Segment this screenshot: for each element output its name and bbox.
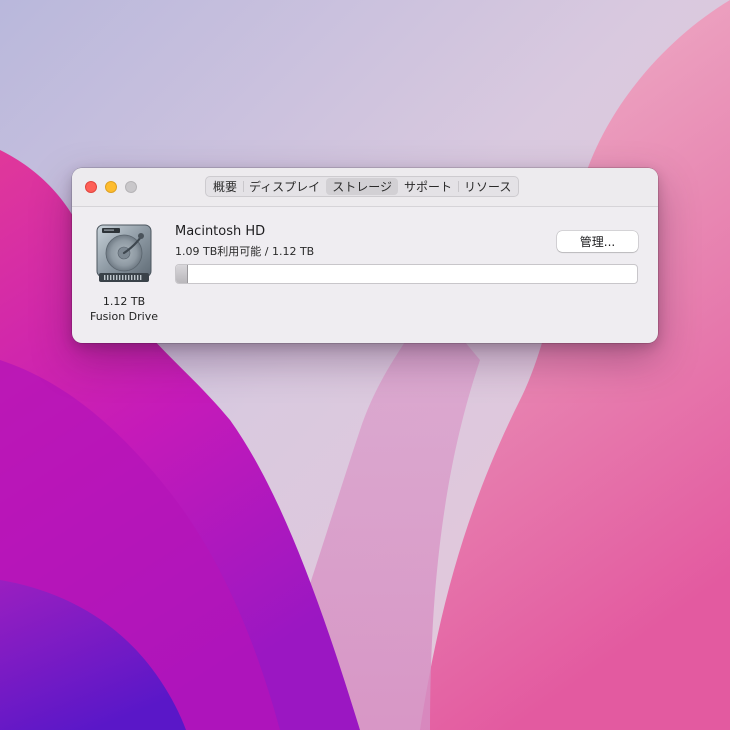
volume-available-space: 1.09 TB利用可能 / 1.12 TB	[175, 245, 315, 258]
drive-capacity-label: 1.12 TB	[102, 295, 146, 308]
volume-name: Macintosh HD	[175, 224, 266, 239]
storage-usage-bar	[175, 264, 638, 284]
tab-support[interactable]: サポート	[398, 178, 458, 195]
about-this-mac-window: 概要 ディスプレイ ストレージ サポート リソース 1.12 TB Fusion…	[72, 168, 658, 343]
tab-overview[interactable]: 概要	[207, 178, 243, 195]
tab-bar: 概要 ディスプレイ ストレージ サポート リソース	[205, 176, 520, 197]
drive-type-label: Fusion Drive	[89, 310, 158, 323]
manage-button[interactable]: 管理...	[557, 231, 638, 252]
close-button[interactable]	[85, 181, 97, 193]
hard-drive-icon	[96, 224, 152, 282]
tab-resources[interactable]: リソース	[457, 178, 517, 195]
minimize-button[interactable]	[105, 181, 117, 193]
tab-displays[interactable]: ディスプレイ	[243, 178, 326, 195]
desktop: 概要 ディスプレイ ストレージ サポート リソース 1.12 TB Fusion…	[0, 0, 730, 730]
title-bar[interactable]: 概要 ディスプレイ ストレージ サポート リソース	[72, 168, 658, 207]
zoom-button[interactable]	[125, 181, 137, 193]
desktop-wallpaper	[0, 0, 730, 730]
storage-used-segment	[176, 265, 188, 283]
tab-storage[interactable]: ストレージ	[326, 178, 398, 195]
